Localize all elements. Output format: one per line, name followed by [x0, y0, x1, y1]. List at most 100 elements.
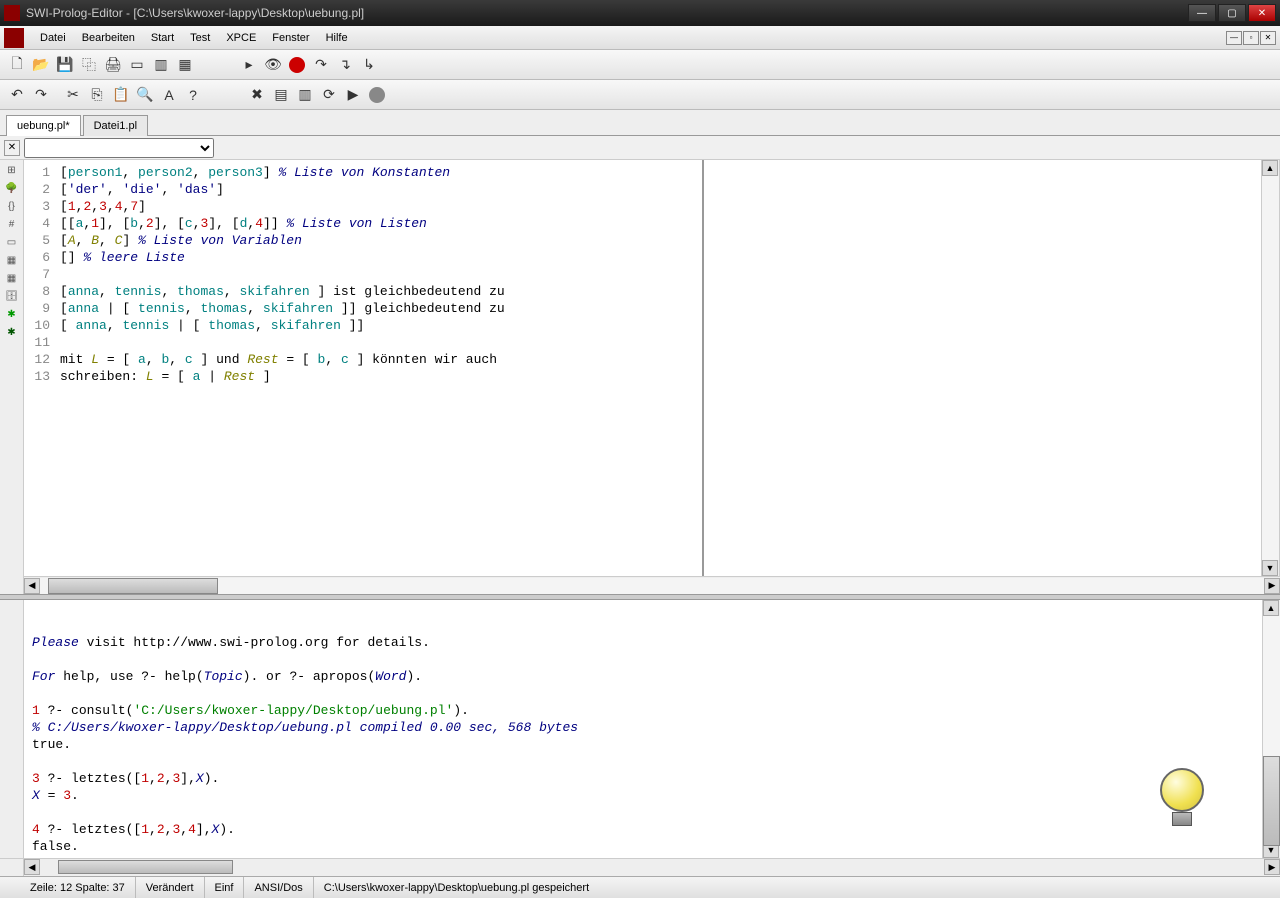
bug-dark-icon[interactable]: ✱	[4, 324, 20, 340]
bookmark-icon[interactable]: ▤	[270, 84, 292, 106]
toolbar-run-group: ✖ ▤ ▥ ⟳ ▶	[246, 84, 388, 106]
console-scroll-left-icon[interactable]: ◀	[24, 859, 40, 875]
editor-body: 12345678910111213 [person1, person2, per…	[24, 160, 1280, 576]
editor-hscroll[interactable]: ◀ ▶	[24, 576, 1280, 594]
consult-icon[interactable]: ▸	[238, 54, 260, 76]
console-vscroll[interactable]: ▲ ▼	[1262, 600, 1280, 858]
menubar: DateiBearbeitenStartTestXPCEFensterHilfe…	[0, 26, 1280, 50]
console-hscroll-track[interactable]	[40, 859, 1264, 876]
hscroll-track[interactable]	[40, 578, 1264, 594]
line-icon[interactable]: ▭	[4, 234, 20, 250]
step-out-icon[interactable]: ↳	[358, 54, 380, 76]
find-icon[interactable]: 🔍	[134, 84, 156, 106]
vscroll-track[interactable]	[1262, 176, 1279, 560]
stop-icon[interactable]	[286, 54, 308, 76]
run-icon[interactable]: ▶	[342, 84, 364, 106]
app-menu-icon	[4, 28, 24, 48]
scroll-up-icon[interactable]: ▲	[1262, 160, 1278, 176]
mdi-restore[interactable]: ▫	[1243, 31, 1259, 45]
toggle-bp-icon[interactable]: ✖	[246, 84, 268, 106]
status-filepath: C:\Users\kwoxer-lappy\Desktop\uebung.pl …	[314, 877, 1280, 898]
menu-fenster[interactable]: Fenster	[264, 26, 317, 49]
structure-icon[interactable]: ⊞	[4, 162, 20, 178]
brackets-icon[interactable]: {}	[4, 198, 20, 214]
db-icon[interactable]: 🗄	[4, 288, 20, 304]
search-dropdown[interactable]	[24, 138, 214, 158]
menu-start[interactable]: Start	[143, 26, 182, 49]
cut-icon[interactable]: ✂	[62, 84, 84, 106]
mdi-minimize[interactable]: —	[1226, 31, 1242, 45]
console-hscroll-thumb[interactable]	[58, 860, 233, 874]
editor-tabs: uebung.pl*Datei1.pl	[0, 110, 1280, 136]
editor-right-pane	[704, 160, 1261, 576]
toolbar-secondary: ↶ ↷ ✂ ⎘ 📋 🔍 A ? ✖ ▤ ▥ ⟳ ▶	[0, 80, 1280, 110]
menu-hilfe[interactable]: Hilfe	[318, 26, 356, 49]
left-icon-bar: ⊞ 🌳 {} # ▭ ▦ ▦ 🗄 ✱ ✱	[0, 160, 24, 594]
help-icon[interactable]: ?	[182, 84, 204, 106]
window-title: SWI-Prolog-Editor - [C:\Users\kwoxer-lap…	[26, 6, 1188, 20]
status-position: Zeile: 12 Spalte: 37	[0, 877, 136, 898]
app-icon	[4, 5, 20, 21]
layout2-icon[interactable]: ▥	[150, 54, 172, 76]
tab-uebungpl[interactable]: uebung.pl*	[6, 115, 81, 136]
menu-xpce[interactable]: XPCE	[218, 26, 264, 49]
save-all-icon[interactable]: ⿻	[78, 54, 100, 76]
new-file-icon[interactable]: 🗋	[6, 54, 28, 76]
console-container: Please visit http://www.swi-prolog.org f…	[0, 600, 1280, 858]
menu-test[interactable]: Test	[182, 26, 218, 49]
save-icon[interactable]: 💾	[54, 54, 76, 76]
undo-icon[interactable]: ↶	[6, 84, 28, 106]
console-vscroll-thumb[interactable]	[1263, 756, 1280, 846]
tree-icon[interactable]: 🌳	[4, 180, 20, 196]
maximize-button[interactable]: ▢	[1218, 4, 1246, 22]
record-icon[interactable]	[366, 84, 388, 106]
toolbar-primary: 🗋 📂 💾 ⿻ 🖨 ▭ ▥ ▦ ▸ 👁 ↷ ↴ ↳	[0, 50, 1280, 80]
console-vscroll-track[interactable]	[1263, 616, 1280, 842]
search-close-icon[interactable]: ✕	[4, 140, 20, 156]
reload-icon[interactable]: ⟳	[318, 84, 340, 106]
hash-icon[interactable]: #	[4, 216, 20, 232]
step-into-icon[interactable]: ↴	[334, 54, 356, 76]
line-gutter: 12345678910111213	[24, 160, 56, 576]
toolbar-debug-group: ▸ 👁 ↷ ↴ ↳	[238, 54, 380, 76]
console-scroll-up-icon[interactable]: ▲	[1263, 600, 1279, 616]
font-icon[interactable]: A	[158, 84, 180, 106]
redo-icon[interactable]: ↷	[30, 84, 52, 106]
print-icon[interactable]: 🖨	[102, 54, 124, 76]
menu-bearbeiten[interactable]: Bearbeiten	[74, 26, 143, 49]
scroll-right-icon[interactable]: ▶	[1264, 578, 1280, 594]
console-hscroll[interactable]: ◀ ▶	[0, 858, 1280, 876]
step-over-icon[interactable]: ↷	[310, 54, 332, 76]
hscroll-thumb[interactable]	[48, 578, 218, 594]
lightbulb-icon[interactable]	[1152, 738, 1212, 808]
copy-icon[interactable]: ⎘	[86, 84, 108, 106]
close-button[interactable]: ✕	[1248, 4, 1276, 22]
box-icon[interactable]: ▦	[4, 252, 20, 268]
bug-green-icon[interactable]: ✱	[4, 306, 20, 322]
status-insert-mode: Einf	[205, 877, 245, 898]
editor-vscroll[interactable]: ▲ ▼	[1261, 160, 1279, 576]
code-area[interactable]: [person1, person2, person3] % Liste von …	[56, 160, 702, 576]
console-output[interactable]: Please visit http://www.swi-prolog.org f…	[24, 600, 1262, 858]
bookmark2-icon[interactable]: ▥	[294, 84, 316, 106]
minimize-button[interactable]: —	[1188, 4, 1216, 22]
titlebar: SWI-Prolog-Editor - [C:\Users\kwoxer-lap…	[0, 0, 1280, 26]
layout3-icon[interactable]: ▦	[174, 54, 196, 76]
scroll-down-icon[interactable]: ▼	[1262, 560, 1278, 576]
scroll-left-icon[interactable]: ◀	[24, 578, 40, 594]
mdi-close[interactable]: ✕	[1260, 31, 1276, 45]
editor-pane[interactable]: 12345678910111213 [person1, person2, per…	[24, 160, 704, 576]
spy-icon[interactable]: 👁	[262, 54, 284, 76]
console-scroll-right-icon[interactable]: ▶	[1264, 859, 1280, 875]
menu-datei[interactable]: Datei	[32, 26, 74, 49]
status-modified: Verändert	[136, 877, 205, 898]
open-file-icon[interactable]: 📂	[30, 54, 52, 76]
workspace: ⊞ 🌳 {} # ▭ ▦ ▦ 🗄 ✱ ✱ 12345678910111213 […	[0, 160, 1280, 594]
tab-datei1pl[interactable]: Datei1.pl	[83, 115, 148, 136]
editor-container: 12345678910111213 [person1, person2, per…	[24, 160, 1280, 594]
status-encoding: ANSI/Dos	[244, 877, 313, 898]
paste-icon[interactable]: 📋	[110, 84, 132, 106]
search-bar: ✕	[0, 136, 1280, 160]
grid-icon[interactable]: ▦	[4, 270, 20, 286]
layout1-icon[interactable]: ▭	[126, 54, 148, 76]
